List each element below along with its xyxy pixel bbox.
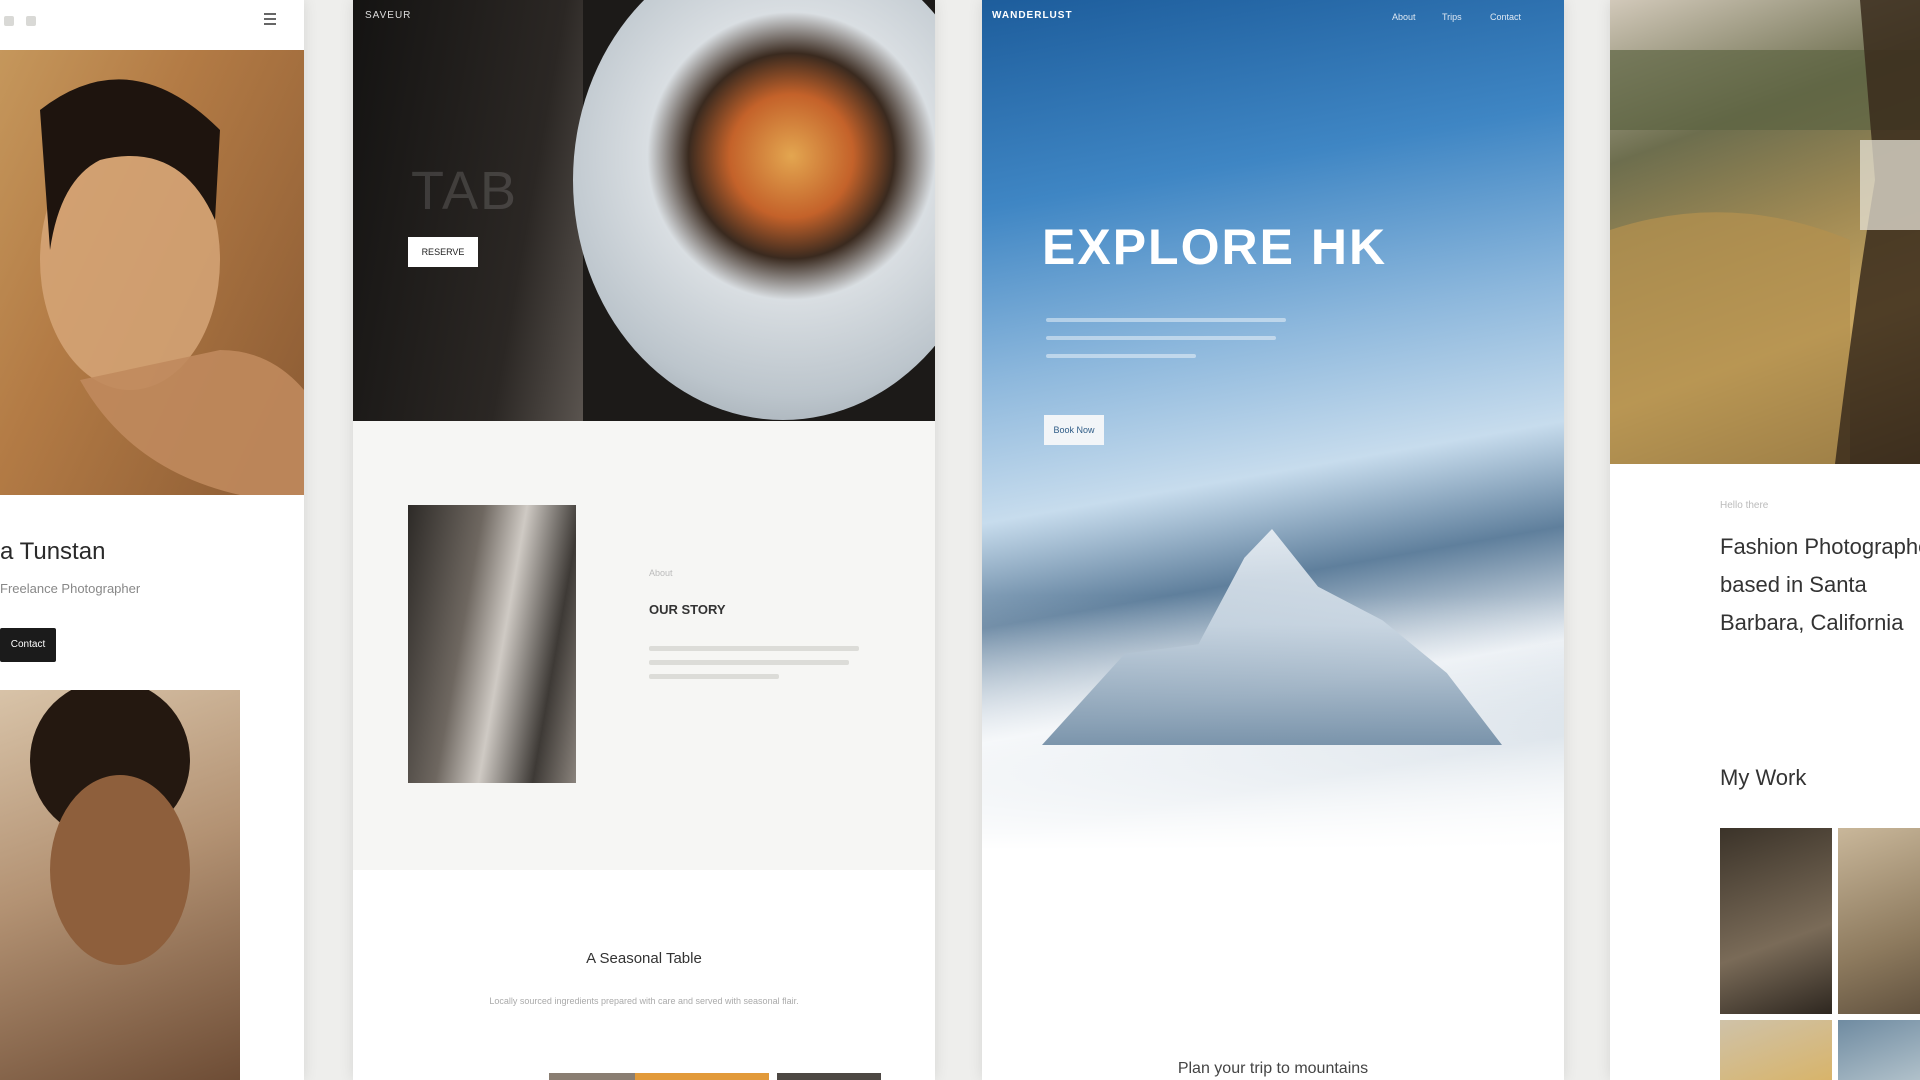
hero-text-line <box>1046 354 1196 358</box>
contact-button[interactable]: Contact <box>0 628 56 662</box>
food-plate-image <box>573 0 935 420</box>
restaurant-hero: SAVEUR TAB RESERVE <box>353 0 935 421</box>
portfolio-card-travel[interactable]: WANDERLUST About Trips Contact EXPLORE H… <box>982 0 1564 1080</box>
face-illustration <box>40 79 304 495</box>
about-photo <box>408 505 576 783</box>
menu-thumbnail[interactable] <box>777 1073 881 1080</box>
menu-section: A Seasonal Table Locally sourced ingredi… <box>353 870 935 1080</box>
section-description: Locally sourced ingredients prepared wit… <box>489 996 799 1006</box>
intro-headline: Fashion Photographer based in Santa Barb… <box>1720 534 1920 635</box>
menu-thumbnail[interactable] <box>635 1073 769 1080</box>
my-work-heading: My Work <box>1720 765 1807 790</box>
top-bar <box>0 0 304 44</box>
intro-eyebrow: Hello there <box>1720 500 1769 511</box>
hero-text-line <box>1046 318 1286 322</box>
photographer-subtitle: Freelance Photographer <box>0 581 141 596</box>
field-illustration <box>1610 0 1920 464</box>
hamburger-menu-icon[interactable] <box>264 13 276 27</box>
site-logo[interactable]: SAVEUR <box>365 10 411 21</box>
reserve-button[interactable]: RESERVE <box>408 237 478 267</box>
nav-link-about[interactable]: About <box>1392 12 1416 22</box>
gallery-portrait-image <box>0 680 240 1080</box>
work-thumbnail[interactable] <box>1838 828 1920 1014</box>
nav-link-trips[interactable]: Trips <box>1442 12 1462 22</box>
about-heading: OUR STORY <box>649 602 726 617</box>
about-text-line <box>649 660 849 665</box>
nav-dot[interactable] <box>26 16 36 26</box>
site-logo[interactable]: WANDERLUST <box>992 10 1073 21</box>
field-hero-image <box>1610 0 1920 464</box>
nav-dot[interactable] <box>4 16 14 26</box>
about-text-line <box>649 674 779 679</box>
work-thumbnail[interactable] <box>1720 828 1832 1014</box>
work-thumbnail[interactable] <box>1838 1020 1920 1080</box>
hero-title: EXPLORE HK <box>1042 219 1388 275</box>
book-now-button[interactable]: Book Now <box>1044 415 1104 445</box>
section-title: A Seasonal Table <box>586 950 702 967</box>
hero-portrait-image <box>0 50 304 495</box>
portfolio-card-fashion[interactable]: Hello there Fashion Photographer based i… <box>1610 0 1920 1080</box>
curly-hair-illustration <box>30 680 190 965</box>
portfolio-card-portrait[interactable]: a Tunstan Freelance Photographer Contact <box>0 0 304 1080</box>
nav-link-contact[interactable]: Contact <box>1490 12 1521 22</box>
work-thumbnail[interactable] <box>1720 1020 1832 1080</box>
about-text-line <box>649 646 859 651</box>
hero-word: TAB <box>411 161 519 221</box>
hero-text-line <box>1046 336 1276 340</box>
portfolio-card-restaurant[interactable]: SAVEUR TAB RESERVE About OUR STORY A Sea… <box>353 0 935 1080</box>
about-eyebrow: About <box>649 568 673 578</box>
photographer-name: a Tunstan <box>0 538 106 565</box>
footer-heading: Plan your trip to mountains <box>1177 1060 1369 1077</box>
